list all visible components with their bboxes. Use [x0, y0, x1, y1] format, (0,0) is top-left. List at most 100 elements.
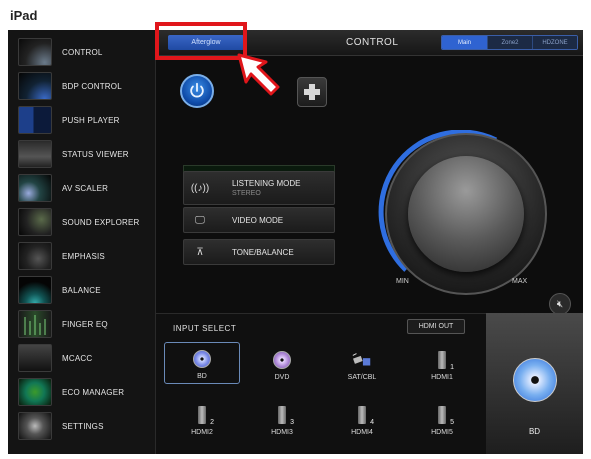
sidebar-item-label: AV SCALER	[62, 183, 109, 193]
hdmi-out-button[interactable]: HDMI OUT	[407, 319, 465, 334]
hdmi-number: 1	[450, 364, 454, 371]
sidebar-item-label: PUSH PLAYER	[62, 115, 120, 125]
settings-thumbnail-icon	[18, 412, 52, 440]
sidebar-item-label: SOUND EXPLORER	[62, 217, 140, 227]
sidebar-item-emphasis[interactable]: EMPHASIS	[8, 239, 156, 273]
input-sat-cbl[interactable]: SAT/CBL	[324, 342, 400, 384]
bd-disc-icon	[513, 358, 557, 402]
mute-icon: 🔇︎	[556, 298, 564, 310]
sidebar-item-control[interactable]: CONTROL	[8, 35, 156, 69]
hdmi-plug-icon: 4	[358, 406, 374, 426]
video-mode-button[interactable]: 🖵 VIDEO MODE	[183, 207, 335, 233]
sidebar-item-label: FINGER EQ	[62, 319, 108, 329]
listening-mode-label: LISTENING MODE	[232, 179, 301, 188]
sidebar-item-label: CONTROL	[62, 47, 103, 57]
sidebar-item-finger-eq[interactable]: FINGER EQ	[8, 307, 156, 341]
selected-source-panel: BD	[486, 313, 583, 454]
sidebar-item-label: ECO MANAGER	[62, 387, 125, 397]
power-icon	[190, 82, 204, 98]
listening-mode-button[interactable]: ((♪)) LISTENING MODE STEREO	[183, 171, 335, 205]
sidebar-item-mcacc[interactable]: MCACC	[8, 341, 156, 375]
tone-balance-label: TONE/BALANCE	[232, 247, 294, 257]
page-title: CONTROL	[346, 37, 399, 48]
selected-source-label: BD	[528, 427, 541, 436]
zone-tab-zone2[interactable]: Zone2	[487, 36, 532, 49]
sidebar-item-eco-manager[interactable]: ECO MANAGER	[8, 375, 156, 409]
hdmi-number: 3	[290, 419, 294, 426]
input-hdmi1[interactable]: 1 HDMI1	[404, 342, 480, 384]
input-hdmi4[interactable]: 4 HDMI4	[324, 397, 400, 439]
hdmi-number: 4	[370, 419, 374, 426]
sidebar-item-status-viewer[interactable]: STATUS VIEWER	[8, 137, 156, 171]
sidebar-item-av-scaler[interactable]: AV SCALER	[8, 171, 156, 205]
satellite-icon	[352, 353, 371, 366]
input-dvd[interactable]: DVD	[244, 342, 320, 384]
power-button[interactable]	[180, 74, 214, 108]
input-label: HDMI3	[271, 429, 293, 436]
leaf-icon	[18, 378, 52, 406]
monitor-icon: 🖵	[195, 214, 205, 226]
sidebar-item-push-player[interactable]: PUSH PLAYER	[8, 103, 156, 137]
finger-eq-thumbnail-icon	[18, 310, 52, 338]
device-label: iPad	[10, 8, 38, 23]
sidebar-item-settings[interactable]: SETTINGS	[8, 409, 156, 443]
sidebar-item-bdp-control[interactable]: BDP CONTROL	[8, 69, 156, 103]
dpad-icon	[304, 84, 320, 100]
input-label: SAT/CBL	[347, 374, 377, 381]
input-label: HDMI1	[431, 374, 453, 381]
bdp-control-thumbnail-icon	[18, 72, 52, 100]
hdmi-number: 2	[210, 419, 214, 426]
sidebar-item-balance[interactable]: BALANCE	[8, 273, 156, 307]
bd-disc-icon	[193, 350, 211, 368]
input-select-panel: INPUT SELECT HDMI OUT BD DVD SAT/CBL 1 H…	[156, 313, 486, 454]
input-label: HDMI2	[191, 429, 213, 436]
hdmi-plug-icon: 1	[438, 351, 454, 371]
sidebar-item-label: MCACC	[62, 353, 93, 363]
video-mode-label: VIDEO MODE	[232, 215, 284, 225]
pointer-arrow-icon	[237, 53, 280, 96]
av-scaler-thumbnail-icon	[18, 174, 52, 202]
app-screen: CONTROL BDP CONTROL PUSH PLAYER STATUS V…	[8, 30, 583, 454]
volume-knob-area: MIN MAX	[378, 130, 558, 300]
input-select-title: INPUT SELECT	[173, 324, 237, 333]
zone-tab-hdzone[interactable]: HDZONE	[532, 36, 577, 49]
push-player-thumbnail-icon	[18, 106, 52, 134]
sidebar-item-label: SETTINGS	[62, 421, 104, 431]
hdmi-plug-icon: 3	[278, 406, 294, 426]
sidebar-item-sound-explorer[interactable]: SOUND EXPLORER	[8, 205, 156, 239]
mute-button[interactable]: 🔇︎	[549, 293, 571, 315]
tone-icon: ⊼	[196, 246, 204, 258]
balance-thumbnail-icon	[18, 276, 52, 304]
listening-mode-value: STEREO	[232, 190, 261, 197]
sound-explorer-thumbnail-icon	[18, 208, 52, 236]
input-hdmi2[interactable]: 2 HDMI2	[164, 397, 240, 439]
sidebar-item-label: BDP CONTROL	[62, 81, 122, 91]
hdmi-plug-icon: 5	[438, 406, 454, 426]
hdmi-number: 5	[450, 419, 454, 426]
speaker-note-icon: ((♪))	[190, 182, 210, 194]
control-thumbnail-icon	[18, 38, 52, 66]
volume-max-label: MAX	[512, 278, 528, 285]
sidebar: CONTROL BDP CONTROL PUSH PLAYER STATUS V…	[8, 30, 156, 454]
input-bd[interactable]: BD	[164, 342, 240, 384]
hdmi-plug-icon: 2	[198, 406, 214, 426]
sidebar-item-label: STATUS VIEWER	[62, 149, 129, 159]
highlight-box	[155, 22, 247, 60]
sidebar-item-label: EMPHASIS	[62, 251, 105, 261]
zone-tab-main[interactable]: Main	[442, 36, 487, 49]
dvd-disc-icon	[273, 351, 291, 369]
input-hdmi3[interactable]: 3 HDMI3	[244, 397, 320, 439]
input-label: BD	[197, 373, 207, 380]
sidebar-item-label: BALANCE	[62, 285, 101, 295]
status-viewer-thumbnail-icon	[18, 140, 52, 168]
dpad-button[interactable]	[297, 77, 327, 107]
input-hdmi5[interactable]: 5 HDMI5	[404, 397, 480, 439]
emphasis-thumbnail-icon	[18, 242, 52, 270]
zone-selector: Main Zone2 HDZONE	[441, 35, 578, 50]
volume-knob-cap[interactable]	[408, 156, 524, 272]
tone-balance-button[interactable]: ⊼ TONE/BALANCE	[183, 239, 335, 265]
input-label: DVD	[274, 374, 290, 381]
input-label: HDMI5	[431, 429, 453, 436]
volume-min-label: MIN	[396, 278, 409, 285]
input-label: HDMI4	[351, 429, 373, 436]
